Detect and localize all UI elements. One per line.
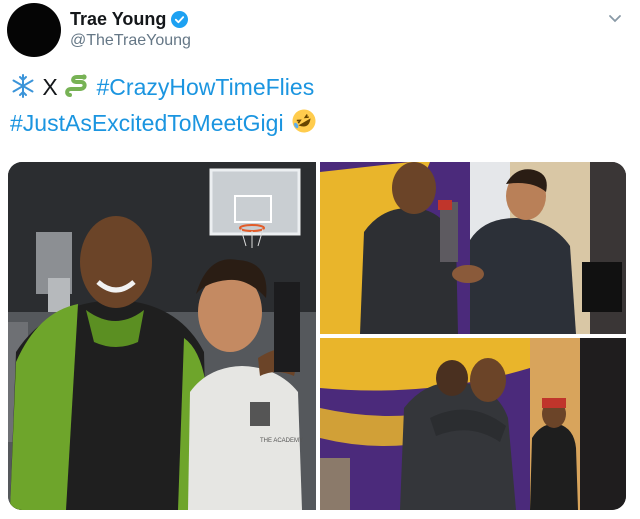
photo-2[interactable] (320, 162, 626, 334)
photo-3[interactable] (320, 338, 626, 510)
chevron-down-icon[interactable] (606, 10, 624, 28)
tweet-line-2: #JustAsExcitedToMeetGigi (10, 107, 610, 143)
shirt-text: THE ACADEMY (260, 438, 303, 444)
snowflake-emoji-icon (10, 73, 36, 107)
hashtag-link-2[interactable]: #JustAsExcitedToMeetGigi (10, 110, 284, 136)
tweet-text: X #CrazyHowTimeFlies #JustAsExcitedToMee… (10, 72, 610, 143)
author-name[interactable]: Trae Young (70, 9, 166, 30)
verified-badge-icon (171, 11, 189, 28)
photo-grid: THE ACADEMY (8, 162, 626, 510)
tweet-card: Trae Young @TheTraeYoung X #CrazyHowTime… (0, 0, 640, 519)
x-separator: X (42, 74, 58, 100)
snake-emoji-icon (64, 73, 90, 107)
author-name-row[interactable]: Trae Young (70, 9, 189, 30)
hashtag-link-1[interactable]: #CrazyHowTimeFlies (97, 74, 315, 100)
rolling-on-floor-laughing-emoji-icon (290, 107, 318, 143)
author-handle[interactable]: @TheTraeYoung (70, 32, 191, 50)
photo-1[interactable]: THE ACADEMY (8, 162, 316, 510)
avatar[interactable] (7, 3, 61, 57)
tweet-line-1: X #CrazyHowTimeFlies (10, 72, 610, 107)
